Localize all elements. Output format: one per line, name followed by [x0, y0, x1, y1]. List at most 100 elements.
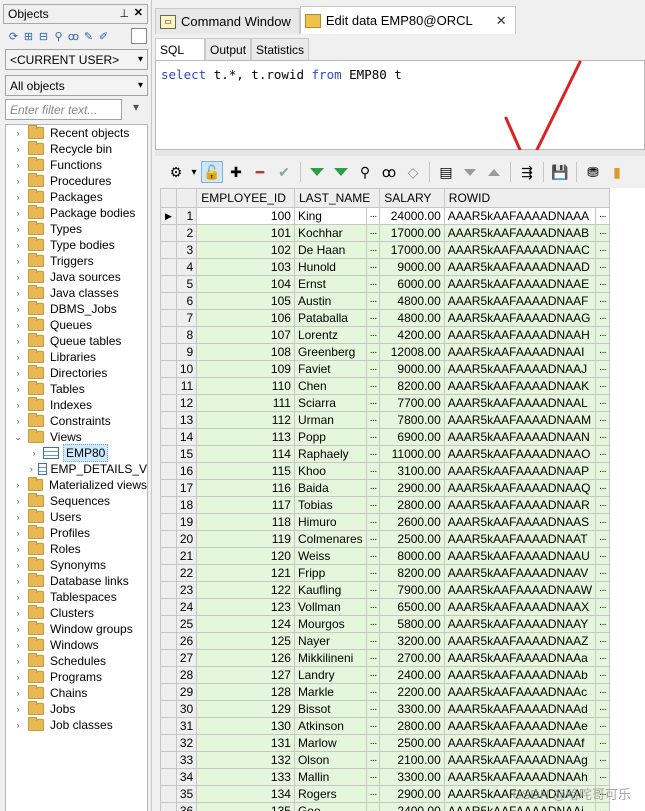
- add-icon[interactable]: ⊞: [22, 30, 35, 43]
- cell-editor-button[interactable]: ···: [365, 292, 381, 310]
- cell-salary[interactable]: 2200.00: [379, 683, 445, 701]
- expand-arrow-icon[interactable]: ›: [13, 173, 23, 189]
- expand-arrow-icon[interactable]: ›: [13, 189, 23, 205]
- row-number[interactable]: 6: [175, 292, 198, 310]
- table-row[interactable]: 7 106 Pataballa ··· 4800.00 AAAR5kAAFAAAADNAA…: [160, 309, 645, 327]
- cell-rowid[interactable]: AAAR5kAAFAAAADNAAT: [443, 530, 597, 548]
- expand-arrow-icon[interactable]: ›: [29, 461, 34, 477]
- table-row[interactable]: 10 109 Faviet ··· 9000.00 AAAR5kAAFAAAADNAAJ ·…: [160, 360, 645, 378]
- cell-editor-button[interactable]: ···: [595, 564, 610, 582]
- tree-item[interactable]: › Constraints: [6, 413, 147, 429]
- cell-editor-button[interactable]: ···: [365, 717, 381, 735]
- cell-rowid[interactable]: AAAR5kAAFAAAADNAAb: [443, 666, 597, 684]
- row-number[interactable]: 15: [175, 445, 198, 463]
- cell-salary[interactable]: 5800.00: [379, 615, 445, 633]
- table-row[interactable]: 30 129 Bissot ··· 3300.00 AAAR5kAAFAAAADNAAd ·…: [160, 700, 645, 718]
- cell-salary[interactable]: 6900.00: [379, 428, 445, 446]
- cell-employee-id[interactable]: 123: [196, 598, 295, 616]
- cell-editor-button[interactable]: ···: [365, 785, 381, 803]
- expand-arrow-icon[interactable]: ›: [13, 381, 23, 397]
- row-number[interactable]: 25: [175, 615, 198, 633]
- row-number[interactable]: 27: [175, 649, 198, 667]
- cell-last-name[interactable]: Urman: [293, 411, 367, 429]
- row-number[interactable]: 31: [175, 717, 198, 735]
- row-number[interactable]: 4: [175, 258, 198, 276]
- table-row[interactable]: 21 120 Weiss ··· 8000.00 AAAR5kAAFAAAADNAAU ··…: [160, 547, 645, 565]
- row-indicator[interactable]: [160, 564, 177, 582]
- cell-last-name[interactable]: Atkinson: [293, 717, 367, 735]
- table-row[interactable]: 15 114 Raphaely ··· 11000.00 AAAR5kAAFAAAADNA…: [160, 445, 645, 463]
- row-indicator[interactable]: [160, 547, 177, 565]
- cell-rowid[interactable]: AAAR5kAAFAAAADNAAO: [443, 445, 597, 463]
- row-number[interactable]: 7: [175, 309, 198, 327]
- row-indicator[interactable]: [160, 530, 177, 548]
- cell-editor-button[interactable]: ···: [365, 411, 381, 429]
- cell-salary[interactable]: 2100.00: [379, 751, 445, 769]
- tree-item[interactable]: › Clusters: [6, 605, 147, 621]
- cell-employee-id[interactable]: 105: [196, 292, 295, 310]
- cell-last-name[interactable]: Baida: [293, 479, 367, 497]
- cell-editor-button[interactable]: ···: [595, 581, 610, 599]
- row-indicator[interactable]: [160, 700, 177, 718]
- color-square-button[interactable]: [131, 28, 147, 44]
- cell-editor-button[interactable]: ···: [595, 598, 610, 616]
- expand-arrow-icon[interactable]: ›: [13, 573, 23, 589]
- filter-input[interactable]: Enter filter text...: [5, 99, 122, 120]
- table-row[interactable]: 2 101 Kochhar ··· 17000.00 AAAR5kAAFAAAADNAAB…: [160, 224, 645, 242]
- cell-editor-button[interactable]: ···: [365, 445, 381, 463]
- cell-salary[interactable]: 2500.00: [379, 734, 445, 752]
- cell-last-name[interactable]: Himuro: [293, 513, 367, 531]
- cell-employee-id[interactable]: 133: [196, 768, 295, 786]
- row-number[interactable]: 21: [175, 547, 198, 565]
- cell-rowid[interactable]: AAAR5kAAFAAAADNAAD: [443, 258, 597, 276]
- cell-salary[interactable]: 4800.00: [379, 309, 445, 327]
- cell-editor-button[interactable]: ···: [595, 768, 610, 786]
- row-number[interactable]: 17: [175, 479, 198, 497]
- refresh-icon[interactable]: ⟳: [7, 30, 20, 43]
- table-row[interactable]: 9 108 Greenberg ··· 12008.00 AAAR5kAAFAAAADNA…: [160, 343, 645, 361]
- table-row[interactable]: 24 123 Vollman ··· 6500.00 AAAR5kAAFAAAADNAAX…: [160, 598, 645, 616]
- cell-salary[interactable]: 2900.00: [379, 479, 445, 497]
- cell-employee-id[interactable]: 117: [196, 496, 295, 514]
- tree-item[interactable]: › EMP80: [6, 444, 147, 462]
- cell-employee-id[interactable]: 104: [196, 275, 295, 293]
- cell-editor-button[interactable]: ···: [595, 530, 610, 548]
- cell-editor-button[interactable]: ···: [365, 768, 381, 786]
- row-indicator[interactable]: [160, 734, 177, 752]
- cell-last-name[interactable]: Khoo: [293, 462, 367, 480]
- cell-rowid[interactable]: AAAR5kAAFAAAADNAAW: [443, 581, 597, 599]
- cell-employee-id[interactable]: 126: [196, 649, 295, 667]
- tab-output[interactable]: Output: [205, 38, 252, 60]
- next-record-icon[interactable]: [459, 161, 481, 183]
- cell-salary[interactable]: 2600.00: [379, 513, 445, 531]
- tree-item[interactable]: › Triggers: [6, 253, 147, 269]
- expand-arrow-icon[interactable]: ›: [13, 589, 23, 605]
- row-indicator[interactable]: [160, 377, 177, 395]
- cell-employee-id[interactable]: 120: [196, 547, 295, 565]
- cell-salary[interactable]: 8200.00: [379, 377, 445, 395]
- expand-arrow-icon[interactable]: ›: [29, 445, 39, 461]
- binoculars-icon[interactable]: ꝏ: [67, 30, 80, 43]
- corner-cell[interactable]: [160, 188, 177, 208]
- row-number[interactable]: 24: [175, 598, 198, 616]
- expand-arrow-icon[interactable]: ›: [13, 525, 23, 541]
- tree-item[interactable]: › Recycle bin: [6, 141, 147, 157]
- dropdown-icon[interactable]: ▾: [126, 100, 146, 119]
- cell-employee-id[interactable]: 121: [196, 564, 295, 582]
- cell-rowid[interactable]: AAAR5kAAFAAAADNAAX: [443, 598, 597, 616]
- row-indicator[interactable]: [160, 428, 177, 446]
- cell-last-name[interactable]: Ernst: [293, 275, 367, 293]
- table-row[interactable]: 22 121 Fripp ··· 8200.00 AAAR5kAAFAAAADNAAV ··…: [160, 564, 645, 582]
- cell-editor-button[interactable]: ···: [365, 258, 381, 276]
- cell-last-name[interactable]: Kaufling: [293, 581, 367, 599]
- previous-record-icon[interactable]: [483, 161, 505, 183]
- cell-rowid[interactable]: AAAR5kAAFAAAADNAAC: [443, 241, 597, 259]
- table-row[interactable]: 14 113 Popp ··· 6900.00 AAAR5kAAFAAAADNAAN ···: [160, 428, 645, 446]
- expand-arrow-icon[interactable]: ›: [13, 125, 23, 141]
- tree-item[interactable]: › Database links: [6, 573, 147, 589]
- tab-statistics[interactable]: Statistics: [251, 38, 310, 60]
- tree-item[interactable]: › Tables: [6, 381, 147, 397]
- cell-salary[interactable]: 6000.00: [379, 275, 445, 293]
- tree-item[interactable]: › Tablespaces: [6, 589, 147, 605]
- cell-last-name[interactable]: Raphaely: [293, 445, 367, 463]
